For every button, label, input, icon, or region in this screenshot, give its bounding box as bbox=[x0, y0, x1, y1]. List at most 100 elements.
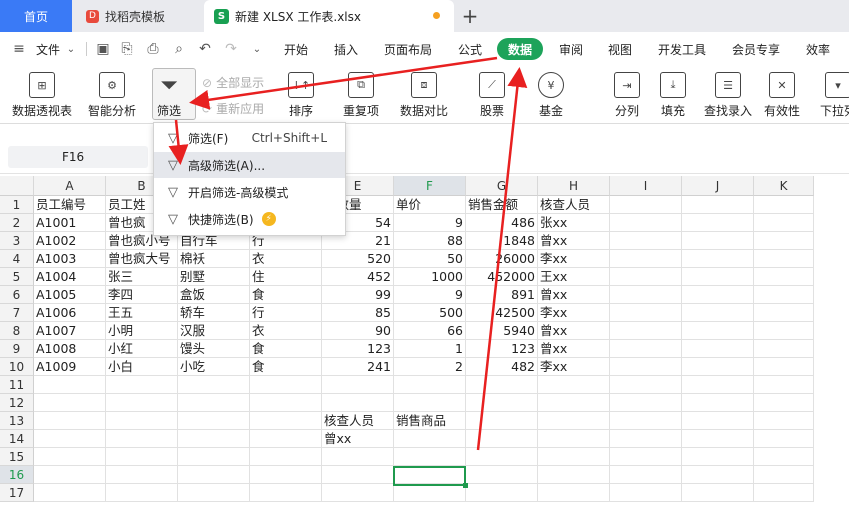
menu-file[interactable]: 文件 bbox=[36, 41, 60, 58]
table-cell[interactable]: 住 bbox=[250, 268, 322, 286]
table-cell[interactable]: 88 bbox=[394, 232, 466, 250]
empty-cell[interactable] bbox=[610, 196, 682, 214]
empty-cell[interactable] bbox=[178, 484, 250, 502]
table-cell[interactable]: A1006 bbox=[34, 304, 106, 322]
menu-data[interactable]: 数据 bbox=[497, 38, 543, 60]
table-cell[interactable]: 50 bbox=[394, 250, 466, 268]
reapply-button[interactable]: ⟳ 重新应用 bbox=[202, 100, 264, 117]
empty-cell[interactable] bbox=[34, 394, 106, 412]
table-cell[interactable]: A1004 bbox=[34, 268, 106, 286]
empty-cell[interactable] bbox=[610, 484, 682, 502]
table-cell[interactable]: 李xx bbox=[538, 304, 610, 322]
empty-cell[interactable] bbox=[538, 466, 610, 484]
empty-cell[interactable] bbox=[322, 448, 394, 466]
table-cell[interactable]: 452 bbox=[322, 268, 394, 286]
empty-cell[interactable] bbox=[322, 376, 394, 394]
menu-review[interactable]: 审阅 bbox=[559, 41, 583, 58]
menu-efficiency[interactable]: 效率 bbox=[806, 41, 830, 58]
empty-cell[interactable] bbox=[610, 322, 682, 340]
empty-cell[interactable] bbox=[754, 376, 814, 394]
table-cell[interactable]: 482 bbox=[466, 358, 538, 376]
empty-cell[interactable] bbox=[610, 430, 682, 448]
table-cell[interactable]: 123 bbox=[322, 340, 394, 358]
column-header-j[interactable]: J bbox=[682, 176, 754, 196]
table-cell[interactable]: 9 bbox=[394, 214, 466, 232]
empty-cell[interactable] bbox=[682, 286, 754, 304]
empty-cell[interactable] bbox=[466, 448, 538, 466]
empty-cell[interactable] bbox=[754, 412, 814, 430]
table-cell[interactable]: 盒饭 bbox=[178, 286, 250, 304]
table-cell[interactable]: A1003 bbox=[34, 250, 106, 268]
table-cell[interactable]: 26000 bbox=[466, 250, 538, 268]
table-cell[interactable]: 241 bbox=[322, 358, 394, 376]
table-cell[interactable]: 1848 bbox=[466, 232, 538, 250]
row-header-16[interactable]: 16 bbox=[0, 466, 34, 484]
empty-cell[interactable] bbox=[754, 196, 814, 214]
table-cell[interactable]: 小红 bbox=[106, 340, 178, 358]
print-preview-icon[interactable]: ⌕ bbox=[170, 40, 188, 58]
empty-cell[interactable] bbox=[610, 286, 682, 304]
empty-cell[interactable] bbox=[178, 430, 250, 448]
table-cell[interactable]: 曾xx bbox=[538, 322, 610, 340]
empty-cell[interactable] bbox=[178, 412, 250, 430]
empty-cell[interactable] bbox=[394, 430, 466, 448]
table-cell[interactable]: 轿车 bbox=[178, 304, 250, 322]
row-header-12[interactable]: 12 bbox=[0, 394, 34, 412]
empty-cell[interactable] bbox=[754, 250, 814, 268]
table-cell[interactable]: A1002 bbox=[34, 232, 106, 250]
split-column-button[interactable]: ⇥ 分列 bbox=[614, 72, 640, 119]
empty-cell[interactable] bbox=[106, 430, 178, 448]
table-cell[interactable]: 王xx bbox=[538, 268, 610, 286]
empty-cell[interactable] bbox=[682, 250, 754, 268]
column-header-a[interactable]: A bbox=[34, 176, 106, 196]
column-header-f[interactable]: F bbox=[394, 176, 466, 196]
table-cell[interactable]: 张xx bbox=[538, 214, 610, 232]
column-header-i[interactable]: I bbox=[610, 176, 682, 196]
menu-member[interactable]: 会员专享 bbox=[732, 41, 780, 58]
empty-cell[interactable] bbox=[394, 376, 466, 394]
empty-cell[interactable] bbox=[466, 394, 538, 412]
row-header-6[interactable]: 6 bbox=[0, 286, 34, 304]
empty-cell[interactable] bbox=[754, 466, 814, 484]
empty-cell[interactable] bbox=[538, 412, 610, 430]
table-cell[interactable]: 食 bbox=[250, 358, 322, 376]
undo-icon[interactable]: ↶ bbox=[196, 40, 214, 58]
empty-cell[interactable] bbox=[682, 376, 754, 394]
row-header-1[interactable]: 1 bbox=[0, 196, 34, 214]
hamburger-icon[interactable]: ≡ bbox=[10, 40, 28, 58]
empty-cell[interactable] bbox=[106, 466, 178, 484]
sort-button[interactable]: ↓↑ 排序 bbox=[288, 72, 314, 119]
empty-cell[interactable] bbox=[610, 466, 682, 484]
table-cell[interactable]: 王五 bbox=[106, 304, 178, 322]
empty-cell[interactable] bbox=[466, 430, 538, 448]
row-header-5[interactable]: 5 bbox=[0, 268, 34, 286]
empty-cell[interactable] bbox=[466, 412, 538, 430]
row-header-14[interactable]: 14 bbox=[0, 430, 34, 448]
pivot-table-button[interactable]: ⊞ 数据透视表 bbox=[12, 72, 72, 119]
empty-cell[interactable] bbox=[754, 340, 814, 358]
table-cell[interactable]: 别墅 bbox=[178, 268, 250, 286]
menu-formula[interactable]: 公式 bbox=[458, 41, 482, 58]
table-cell[interactable]: 销售金额 bbox=[466, 196, 538, 214]
empty-cell[interactable] bbox=[682, 268, 754, 286]
empty-cell[interactable] bbox=[610, 232, 682, 250]
empty-cell[interactable] bbox=[754, 214, 814, 232]
empty-cell[interactable] bbox=[322, 394, 394, 412]
table-cell[interactable]: 66 bbox=[394, 322, 466, 340]
table-cell[interactable]: 食 bbox=[250, 286, 322, 304]
table-cell[interactable]: 曾xx bbox=[538, 340, 610, 358]
empty-cell[interactable] bbox=[106, 412, 178, 430]
tab-file[interactable]: S 新建 XLSX 工作表.xlsx bbox=[204, 0, 454, 32]
row-header-15[interactable]: 15 bbox=[0, 448, 34, 466]
redo-icon[interactable]: ↷ bbox=[222, 40, 240, 58]
criteria-cell[interactable]: 核查人员 bbox=[322, 412, 394, 430]
empty-cell[interactable] bbox=[178, 448, 250, 466]
empty-cell[interactable] bbox=[682, 322, 754, 340]
empty-cell[interactable] bbox=[754, 286, 814, 304]
column-header-k[interactable]: K bbox=[754, 176, 814, 196]
criteria-cell[interactable]: 销售商品 bbox=[394, 412, 466, 430]
empty-cell[interactable] bbox=[754, 484, 814, 502]
table-cell[interactable]: 张三 bbox=[106, 268, 178, 286]
table-cell[interactable]: 452000 bbox=[466, 268, 538, 286]
empty-cell[interactable] bbox=[682, 430, 754, 448]
